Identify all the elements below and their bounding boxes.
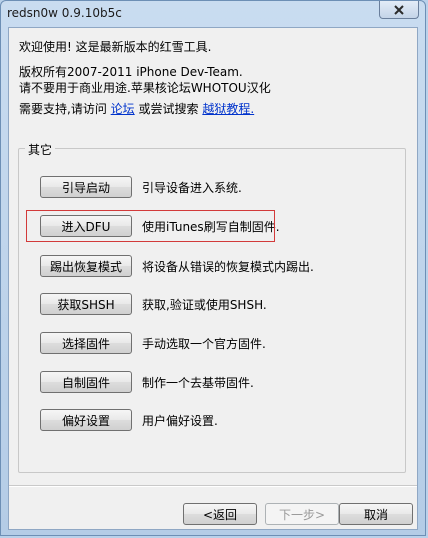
group-label: 其它 — [25, 141, 56, 158]
other-group: 其它 引导启动 引导设备进入系统. 进入DFU 使用iTunes刷写自制固件. … — [18, 141, 406, 473]
custom-firmware-button[interactable]: 自制固件 — [40, 371, 132, 393]
title-bar: redsn0w 0.9.10b5c — [1, 1, 425, 27]
window-title: redsn0w 0.9.10b5c — [7, 6, 122, 20]
welcome-text: 欢迎使用! 这是最新版本的红雪工具. — [19, 40, 212, 54]
support-middle: 或尝试搜索 — [138, 102, 199, 116]
forum-link[interactable]: 论坛 — [111, 102, 135, 116]
preferences-button[interactable]: 偏好设置 — [40, 409, 132, 431]
dfu-highlight-box — [26, 210, 275, 242]
select-firmware-desc: 手动选取一个官方固件. — [142, 337, 266, 351]
custom-firmware-desc: 制作一个去基带固件. — [142, 376, 254, 390]
get-shsh-desc: 获取,验证或使用SHSH. — [142, 298, 267, 312]
close-icon — [394, 4, 404, 15]
boot-button[interactable]: 引导启动 — [40, 176, 132, 198]
boot-desc: 引导设备进入系统. — [142, 181, 242, 195]
kick-recovery-desc: 将设备从错误的恢复模式内踢出. — [142, 260, 314, 274]
kick-recovery-button[interactable]: 踢出恢复模式 — [40, 255, 132, 277]
copyright-text: 版权所有2007-2011 iPhone Dev-Team. — [19, 65, 243, 79]
support-line: 需要支持,请访问 论坛 或尝试搜索 越狱教程. — [19, 100, 254, 117]
tutorial-link[interactable]: 越狱教程. — [202, 102, 254, 116]
back-button[interactable]: <返回 — [183, 503, 257, 525]
dialog-body: 欢迎使用! 这是最新版本的红雪工具. 版权所有2007-2011 iPhone … — [8, 27, 418, 530]
close-button[interactable] — [379, 1, 419, 19]
support-prefix: 需要支持,请访问 — [19, 102, 107, 116]
cancel-button[interactable]: 取消 — [339, 503, 413, 525]
footer-separator — [9, 485, 417, 487]
next-button[interactable]: 下一步> — [265, 503, 339, 525]
license-text: 请不要用于商业用途.苹果核论坛WHOTOU汉化 — [19, 81, 271, 95]
preferences-desc: 用户偏好设置. — [142, 414, 218, 428]
app-window: redsn0w 0.9.10b5c 欢迎使用! 这是最新版本的红雪工具. 版权所… — [0, 0, 426, 536]
get-shsh-button[interactable]: 获取SHSH — [40, 293, 132, 315]
select-firmware-button[interactable]: 选择固件 — [40, 332, 132, 354]
